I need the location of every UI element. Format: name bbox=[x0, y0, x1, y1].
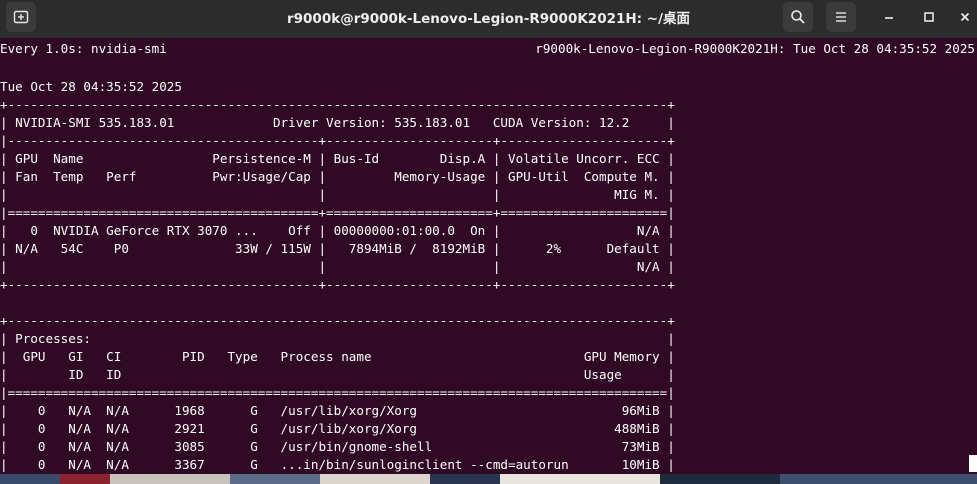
terminal-cursor bbox=[969, 455, 977, 472]
close-icon bbox=[960, 12, 970, 22]
hamburger-menu-icon bbox=[836, 12, 846, 22]
search-icon bbox=[791, 10, 805, 24]
gpu-row: | N/A 54C P0 33W / 115W | 7894MiB / 8192… bbox=[0, 241, 675, 256]
wallpaper-segment bbox=[500, 474, 660, 484]
process-row: | 0 N/A N/A 1968 G /usr/lib/xorg/Xorg 96… bbox=[0, 403, 675, 418]
title-bar[interactable]: r9000k@r9000k-Lenovo-Legion-R9000K2021H:… bbox=[0, 0, 977, 39]
wallpaper-segment bbox=[780, 474, 977, 484]
wallpaper-segment bbox=[0, 474, 60, 484]
terminal-output[interactable]: Every 1.0s: nvidia-smi r9000k-Lenovo-Leg… bbox=[0, 38, 977, 474]
smi-date: Tue Oct 28 04:35:52 2025 bbox=[0, 79, 182, 94]
maximize-icon bbox=[924, 12, 934, 22]
gpu-header-row: | | | MIG M. | bbox=[0, 187, 675, 202]
processes-header-row: | Processes: | bbox=[0, 331, 675, 346]
process-row: | 0 N/A N/A 3085 G /usr/bin/gnome-shell … bbox=[0, 439, 675, 454]
search-button[interactable] bbox=[783, 2, 813, 32]
processes-header-row: | ID ID Usage | bbox=[0, 367, 675, 382]
processes-separator: |=======================================… bbox=[0, 385, 675, 400]
gpu-row: | 0 NVIDIA GeForce RTX 3070 ... Off | 00… bbox=[0, 223, 675, 238]
maximize-button[interactable] bbox=[917, 5, 941, 29]
smi-version-line: | NVIDIA-SMI 535.183.01 Driver Version: … bbox=[0, 115, 675, 130]
wallpaper-segment bbox=[660, 474, 780, 484]
wallpaper-segment bbox=[230, 474, 320, 484]
gpu-header-separator: |=======================================… bbox=[0, 205, 675, 220]
gpu-header-row: | GPU Name Persistence-M | Bus-Id Disp.A… bbox=[0, 151, 675, 166]
process-row: | 0 N/A N/A 3367 G ...in/bin/sunlogincli… bbox=[0, 457, 675, 472]
smi-separator: |---------------------------------------… bbox=[0, 133, 675, 148]
wallpaper-segment bbox=[110, 474, 230, 484]
processes-header-row: | GPU GI CI PID Type Process name GPU Me… bbox=[0, 349, 675, 364]
desktop-background-strip bbox=[0, 474, 977, 484]
smi-border-top: +---------------------------------------… bbox=[0, 97, 675, 112]
gpu-header-row: | Fan Temp Perf Pwr:Usage/Cap | Memory-U… bbox=[0, 169, 675, 184]
processes-border-top: +---------------------------------------… bbox=[0, 313, 675, 328]
close-button[interactable] bbox=[953, 5, 977, 29]
minimize-button[interactable] bbox=[877, 5, 901, 29]
process-row: | 0 N/A N/A 2921 G /usr/lib/xorg/Xorg 48… bbox=[0, 421, 675, 436]
gpu-table-bottom: +---------------------------------------… bbox=[0, 277, 675, 292]
gpu-row: | | | N/A | bbox=[0, 259, 675, 274]
watch-header-right: r9000k-Lenovo-Legion-R9000K2021H: Tue Oc… bbox=[535, 41, 975, 56]
terminal-window: r9000k@r9000k-Lenovo-Legion-R9000K2021H:… bbox=[0, 0, 977, 484]
watch-header-left: Every 1.0s: nvidia-smi bbox=[0, 41, 167, 56]
wallpaper-segment bbox=[430, 474, 500, 484]
wallpaper-segment bbox=[320, 474, 430, 484]
wallpaper-segment bbox=[60, 474, 110, 484]
minimize-icon bbox=[885, 17, 893, 19]
menu-button[interactable] bbox=[826, 2, 856, 32]
